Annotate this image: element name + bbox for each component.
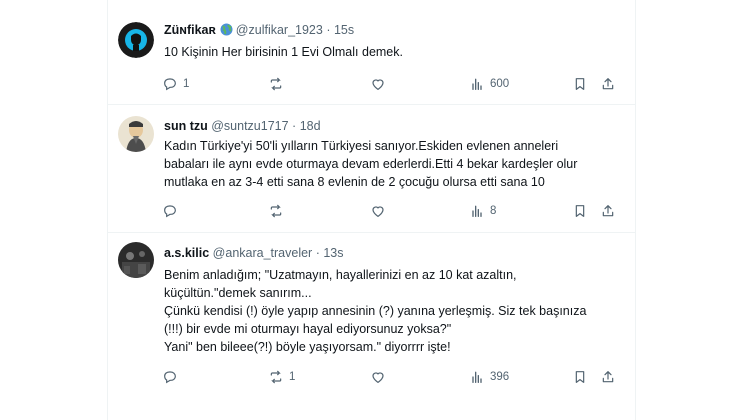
timestamp[interactable]: 18d	[300, 119, 321, 133]
share-button[interactable]	[600, 368, 616, 386]
share-icon	[602, 205, 614, 217]
tweet-text-line: Çünkü kendisi (!) öyle yapıp annesinin (…	[164, 304, 587, 318]
heart-icon	[372, 79, 384, 90]
bookmark-icon	[575, 371, 585, 383]
handle[interactable]: @zulfikar_1923	[236, 23, 323, 37]
views-count: 8	[490, 205, 497, 217]
share-icon	[602, 371, 614, 383]
repost-button[interactable]	[268, 202, 289, 220]
timestamp[interactable]: 15s	[334, 23, 354, 37]
tweet-text: Kadın Türkiye'yi 50'li yılların Türkiyes…	[164, 137, 624, 191]
reply-icon	[164, 78, 176, 91]
display-name[interactable]: sun tzu	[164, 119, 208, 133]
views-button[interactable]: 396	[469, 368, 509, 386]
tweet-text-line: Yani" ben bileee(?!) böyle yaşıyorsam." …	[164, 340, 451, 354]
tweet-header: sun tzu @suntzu1717 · 18d	[164, 118, 321, 134]
tweet-text-line: mutlaka en az 3-4 etti sana 8 evlenin de…	[164, 175, 545, 189]
reply-button[interactable]: 1	[162, 75, 189, 93]
tweet-header: a.s.kilic @ankara_traveler · 13s	[164, 245, 344, 261]
tweet-header: Züɴfikaʀ @zulfikar_1923 · 15s	[164, 22, 354, 40]
reply-count: 1	[183, 78, 190, 90]
reply-button[interactable]	[162, 202, 183, 220]
heart-icon	[372, 372, 384, 383]
views-button[interactable]: 8	[469, 202, 496, 220]
tweet-text-line: (!!!) bir evde mi oturmayı hayal ediyors…	[164, 322, 452, 336]
share-button[interactable]	[600, 75, 616, 93]
bookmark-button[interactable]	[572, 202, 588, 220]
tweet-text: Benim anladığım; "Uzatmayın, hayallerini…	[164, 266, 624, 356]
repost-icon	[270, 204, 282, 218]
tweet[interactable]: Züɴfikaʀ @zulfikar_1923 · 15s 10 Kişinin …	[108, 0, 635, 105]
views-icon	[472, 371, 482, 383]
repost-button[interactable]: 1	[268, 368, 295, 386]
repost-icon	[270, 370, 282, 384]
tweet[interactable]: a.s.kilic @ankara_traveler · 13s Benim a…	[108, 232, 635, 420]
handle[interactable]: @suntzu1717	[211, 119, 288, 133]
action-bar: 1 600	[162, 75, 614, 93]
separator-dot: ·	[292, 119, 297, 133]
repost-button[interactable]	[268, 75, 289, 93]
views-icon	[472, 78, 482, 90]
views-count: 396	[490, 371, 510, 383]
tweet-text-line: küçültün."demek sanırım...	[164, 286, 312, 300]
share-button[interactable]	[600, 202, 616, 220]
action-bar: 8	[162, 202, 614, 220]
handle[interactable]: @ankara_traveler	[213, 246, 313, 260]
display-name[interactable]: Züɴfikaʀ	[164, 23, 216, 37]
separator-dot: ·	[326, 23, 331, 37]
heart-icon	[372, 206, 384, 217]
like-button[interactable]	[370, 202, 391, 220]
tweet-text-line: Benim anladığım; "Uzatmayın, hayallerini…	[164, 268, 517, 282]
bookmark-button[interactable]	[572, 75, 588, 93]
reply-icon	[164, 371, 176, 384]
repost-icon	[270, 77, 282, 91]
reply-button[interactable]	[162, 368, 183, 386]
bookmark-button[interactable]	[572, 368, 588, 386]
share-icon	[602, 78, 614, 90]
avatar[interactable]	[118, 22, 154, 58]
reply-icon	[164, 205, 176, 218]
like-button[interactable]	[370, 368, 391, 386]
views-count: 600	[490, 78, 510, 90]
bookmark-icon	[575, 205, 585, 217]
avatar[interactable]	[118, 242, 154, 278]
views-button[interactable]: 600	[469, 75, 509, 93]
tweet[interactable]: sun tzu @suntzu1717 · 18d Kadın Türkiye'…	[108, 104, 635, 233]
globe-emoji-icon	[220, 23, 233, 40]
avatar[interactable]	[118, 116, 154, 152]
timestamp[interactable]: 13s	[323, 246, 343, 260]
views-icon	[472, 205, 482, 217]
tweet-text-line: 10 Kişinin Her birisinin 1 Evi Olmalı de…	[164, 45, 403, 59]
separator-dot: ·	[315, 246, 320, 260]
action-bar: 1 396	[162, 368, 614, 386]
tweet-text-line: babaları ile aynı evde oturmaya devam ed…	[164, 157, 578, 171]
tweet-text-line: Kadın Türkiye'yi 50'li yılların Türkiyes…	[164, 139, 559, 153]
like-button[interactable]	[370, 75, 391, 93]
tweet-text: 10 Kişinin Her birisinin 1 Evi Olmalı de…	[164, 43, 624, 61]
timeline: Züɴfikaʀ @zulfikar_1923 · 15s 10 Kişinin …	[107, 0, 636, 420]
repost-count: 1	[289, 371, 296, 383]
display-name[interactable]: a.s.kilic	[164, 246, 209, 260]
bookmark-icon	[575, 78, 585, 90]
